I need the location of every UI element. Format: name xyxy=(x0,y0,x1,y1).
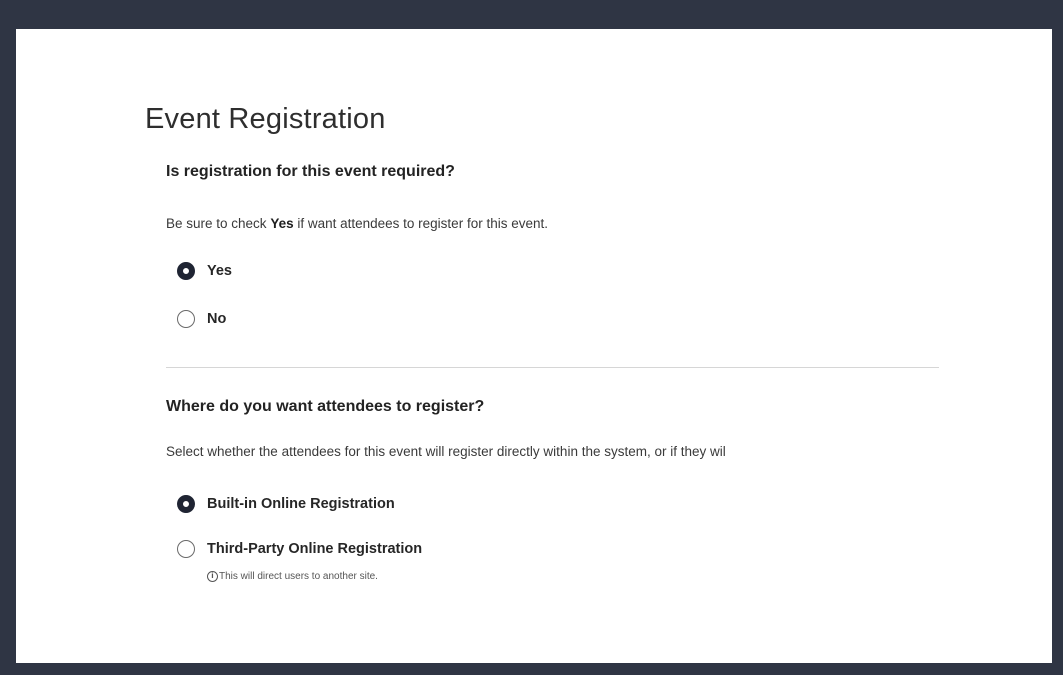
radio-no-unchecked[interactable] xyxy=(177,310,195,328)
radio-yes-checked[interactable] xyxy=(177,262,195,280)
radio-third-party-unchecked[interactable] xyxy=(177,540,195,558)
radio-label-no: No xyxy=(207,311,227,327)
registration-panel: Event Registration Is registration for t… xyxy=(16,29,1052,663)
radio-label-third-party: Third-Party Online Registration xyxy=(207,541,423,557)
help-emphasis-yes: Yes xyxy=(270,216,294,231)
radio-built-in-checked[interactable] xyxy=(177,495,195,513)
radio-label-yes: Yes xyxy=(207,263,232,279)
info-icon: i xyxy=(207,571,218,582)
registration-location-help: Select whether the attendees for this ev… xyxy=(166,444,726,459)
registration-location-question: Where do you want attendees to register? xyxy=(166,398,485,415)
third-party-hint: i This will direct users to another site… xyxy=(207,571,378,582)
third-party-hint-text: This will direct users to another site. xyxy=(219,571,378,582)
page-title: Event Registration xyxy=(145,103,386,135)
section-divider xyxy=(166,367,939,368)
radio-option-third-party[interactable]: Third-Party Online Registration xyxy=(177,540,422,558)
radio-label-built-in: Built-in Online Registration xyxy=(207,496,395,512)
radio-option-yes[interactable]: Yes xyxy=(177,262,232,280)
radio-option-no[interactable]: No xyxy=(177,310,226,328)
registration-required-help: Be sure to check Yes if want attendees t… xyxy=(166,216,548,231)
radio-option-built-in[interactable]: Built-in Online Registration xyxy=(177,495,395,513)
registration-required-question: Is registration for this event required? xyxy=(166,163,455,180)
